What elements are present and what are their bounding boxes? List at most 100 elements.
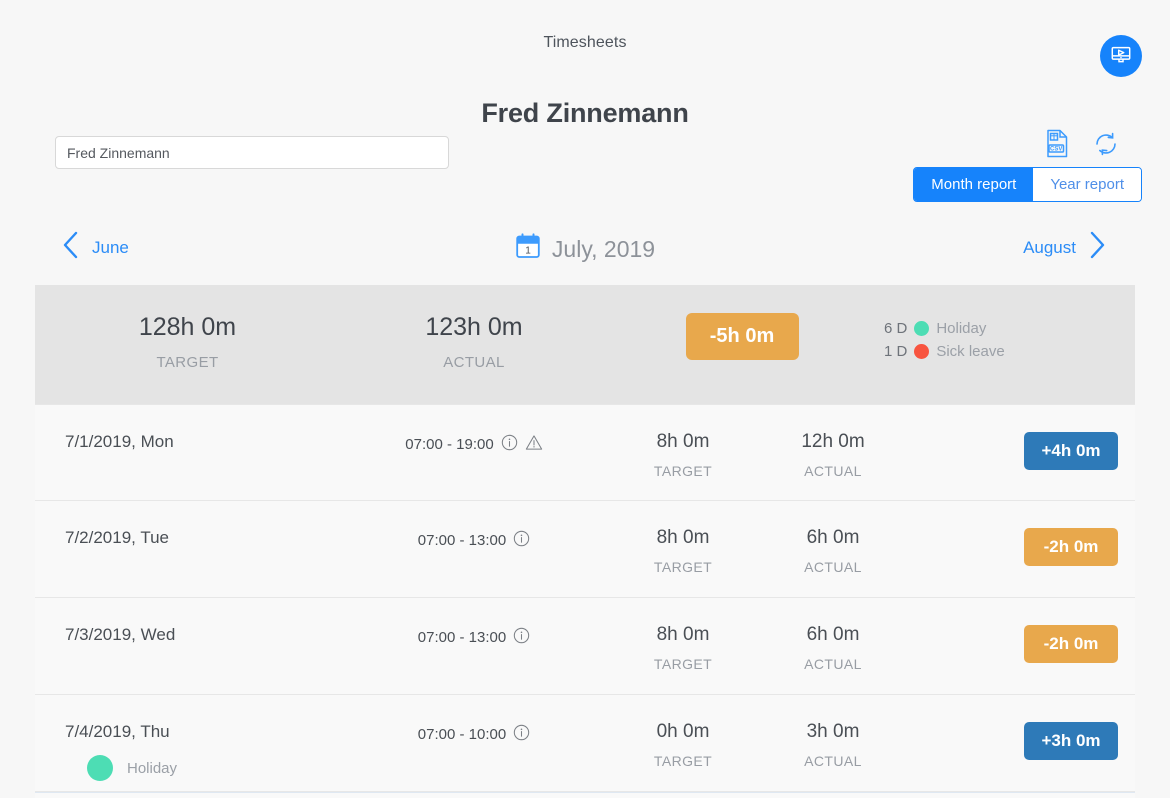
month-report-button[interactable]: Month report xyxy=(914,168,1034,201)
row-date-cell: 7/4/2019, Thu Holiday xyxy=(35,721,340,781)
search-field-wrapper xyxy=(55,136,449,169)
next-month-button[interactable]: August xyxy=(1023,229,1108,266)
row-time-cell: 07:00 - 19:00 xyxy=(340,431,608,455)
monitor-play-icon xyxy=(1110,44,1132,69)
row-target-label: TARGET xyxy=(653,752,713,769)
row-target-value: 8h 0m xyxy=(656,431,710,452)
current-month-display: 1 July, 2019 xyxy=(0,233,1170,266)
report-controls: CSV Month report Year report xyxy=(913,129,1142,202)
row-difference-cell: -2h 0m xyxy=(908,527,1135,566)
row-time-range: 07:00 - 10:00 xyxy=(417,726,507,743)
row-date-cell: 7/1/2019, Mon xyxy=(35,431,340,453)
chevron-right-icon xyxy=(1087,229,1108,266)
calendar-day-number: 1 xyxy=(525,246,531,257)
row-actual-value: 3h 0m xyxy=(806,721,860,742)
export-icon-row: CSV xyxy=(1045,129,1142,158)
page-title: Timesheets xyxy=(543,34,627,51)
absence-legend: 6 D Holiday 1 D Sick leave xyxy=(876,312,1005,363)
row-actual-label: ACTUAL xyxy=(804,558,862,575)
current-month-label: July, 2019 xyxy=(551,236,656,262)
report-period-toggle: Month report Year report xyxy=(913,167,1142,202)
row-actual-label: ACTUAL xyxy=(804,462,862,479)
legend-color-dot xyxy=(914,321,930,336)
video-tutorial-button[interactable] xyxy=(1100,35,1142,77)
controls-row: CSV Month report xyxy=(0,129,1170,229)
refresh-button[interactable] xyxy=(1092,130,1120,158)
row-difference-cell: +3h 0m xyxy=(908,721,1135,760)
row-actual-cell: 6h 0m ACTUAL xyxy=(758,527,908,575)
summary-actual-label: ACTUAL xyxy=(443,354,505,371)
row-target-cell: 0h 0m TARGET xyxy=(608,721,758,769)
timesheet-table: 128h 0m TARGET 123h 0m ACTUAL -5h 0m 6 D… xyxy=(35,285,1135,798)
svg-text:CSV: CSV xyxy=(1050,147,1062,153)
row-actual-label: ACTUAL xyxy=(804,655,862,672)
row-target-cell: 8h 0m TARGET xyxy=(608,624,758,672)
table-row[interactable]: 7/4/2019, Thu Holiday 07:00 - 10:00 0h 0m TA… xyxy=(35,695,1135,792)
legend-item: 1 D Sick leave xyxy=(884,340,1005,363)
row-difference-badge: +4h 0m xyxy=(1024,432,1118,470)
row-time-cell: 07:00 - 10:00 xyxy=(340,721,608,745)
row-date-cell: 7/2/2019, Tue xyxy=(35,527,340,549)
legend-color-dot xyxy=(914,344,930,359)
month-summary-row: 128h 0m TARGET 123h 0m ACTUAL -5h 0m 6 D… xyxy=(35,285,1135,404)
day-tag-label: Holiday xyxy=(127,759,178,777)
summary-target-value: 128h 0m xyxy=(138,313,237,341)
info-icon[interactable] xyxy=(501,434,518,455)
refresh-icon xyxy=(1092,132,1120,161)
row-date: 7/4/2019, Thu xyxy=(65,722,170,741)
row-time-cell: 07:00 - 13:00 xyxy=(340,624,608,648)
timesheet-rows: 7/1/2019, Mon 07:00 - 19:00 8h 0m TARGET 12h… xyxy=(35,404,1135,792)
info-icon[interactable] xyxy=(513,627,530,648)
row-time-range: 07:00 - 13:00 xyxy=(417,532,507,549)
row-difference-badge: -2h 0m xyxy=(1024,528,1118,566)
row-actual-value: 6h 0m xyxy=(806,527,860,548)
summary-target-label: TARGET xyxy=(156,354,219,371)
summary-difference-cell: -5h 0m xyxy=(608,312,876,360)
next-row-partial xyxy=(35,792,1135,798)
row-target-label: TARGET xyxy=(653,558,713,575)
table-row[interactable]: 7/2/2019, Tue 07:00 - 13:00 8h 0m TARGET 6h … xyxy=(35,501,1135,598)
row-date: 7/3/2019, Wed xyxy=(65,625,176,644)
row-difference-cell: +4h 0m xyxy=(908,431,1135,470)
row-actual-cell: 3h 0m ACTUAL xyxy=(758,721,908,769)
month-navigation: June 1 July, 2019 August xyxy=(0,229,1170,285)
row-actual-cell: 12h 0m ACTUAL xyxy=(758,431,908,479)
row-difference-badge: +3h 0m xyxy=(1024,722,1118,760)
legend-days: 6 D xyxy=(884,320,908,337)
legend-item: 6 D Holiday xyxy=(884,317,1005,340)
summary-target-cell: 128h 0m TARGET xyxy=(35,312,340,371)
calendar-icon: 1 xyxy=(515,233,541,266)
info-icon[interactable] xyxy=(513,724,530,745)
top-bar: Timesheets xyxy=(0,0,1170,77)
row-actual-value: 6h 0m xyxy=(806,624,860,645)
employee-name-heading: Fred Zinnemann xyxy=(481,98,689,128)
row-date: 7/2/2019, Tue xyxy=(65,528,169,547)
table-row[interactable]: 7/1/2019, Mon 07:00 - 19:00 8h 0m TARGET 12h… xyxy=(35,404,1135,501)
row-target-value: 8h 0m xyxy=(656,624,710,645)
warning-icon[interactable] xyxy=(525,434,543,455)
row-time-cell: 07:00 - 13:00 xyxy=(340,527,608,551)
row-time-range: 07:00 - 13:00 xyxy=(417,629,507,646)
row-actual-label: ACTUAL xyxy=(804,752,862,769)
row-date-cell: 7/3/2019, Wed xyxy=(35,624,340,646)
info-icon[interactable] xyxy=(513,530,530,551)
legend-label: Sick leave xyxy=(936,343,1005,360)
csv-export-button[interactable]: CSV xyxy=(1045,129,1070,158)
row-difference-cell: -2h 0m xyxy=(908,624,1135,663)
day-tag-dot xyxy=(87,755,113,781)
table-row[interactable]: 7/3/2019, Wed 07:00 - 13:00 8h 0m TARGET 6h … xyxy=(35,598,1135,695)
row-target-cell: 8h 0m TARGET xyxy=(608,431,758,479)
summary-actual-cell: 123h 0m ACTUAL xyxy=(340,312,608,371)
year-report-button[interactable]: Year report xyxy=(1033,168,1141,201)
row-target-value: 0h 0m xyxy=(656,721,710,742)
employee-search-input[interactable] xyxy=(55,136,449,169)
summary-difference-badge: -5h 0m xyxy=(685,313,799,360)
row-target-cell: 8h 0m TARGET xyxy=(608,527,758,575)
row-target-label: TARGET xyxy=(653,655,713,672)
csv-file-icon: CSV xyxy=(1045,129,1070,161)
next-month-label: August xyxy=(1023,237,1076,257)
day-tag: Holiday xyxy=(65,755,340,781)
row-time-range: 07:00 - 19:00 xyxy=(405,436,494,453)
row-actual-value: 12h 0m xyxy=(801,431,865,452)
legend-label: Holiday xyxy=(936,320,987,337)
